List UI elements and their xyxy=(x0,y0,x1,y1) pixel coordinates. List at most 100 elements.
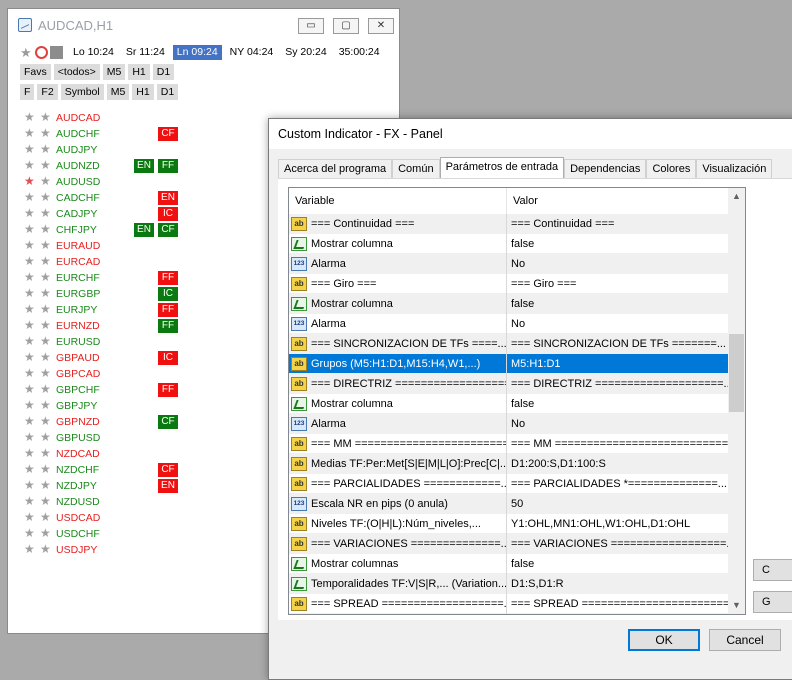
symbol-row[interactable]: ★ ★ EURJPY FF xyxy=(20,302,280,318)
value-cell[interactable]: D1:200:S,D1:100:S xyxy=(507,454,729,474)
star-icon[interactable]: ★ xyxy=(40,367,51,380)
symbol-name[interactable]: CADJPY xyxy=(56,208,97,220)
star-icon[interactable]: ★ xyxy=(24,495,35,508)
value-cell[interactable]: false xyxy=(507,234,729,254)
symbol-row[interactable]: ★ ★ CADJPY IC xyxy=(20,206,280,222)
symbol-name[interactable]: AUDCHF xyxy=(56,128,100,140)
symbol-row[interactable]: ★ ★ AUDUSD xyxy=(20,174,280,190)
variable-cell[interactable]: ab === SPREAD ===================... xyxy=(289,593,507,614)
toolbar-button[interactable]: <todos> xyxy=(53,64,100,80)
parameter-row[interactable]: Mostrar columna false xyxy=(289,233,729,254)
tab-0[interactable]: Acerca del programa xyxy=(278,159,393,179)
symbol-name[interactable]: USDCAD xyxy=(56,512,100,524)
variable-cell[interactable]: 123 Alarma xyxy=(289,313,507,334)
star-icon[interactable]: ★ xyxy=(24,511,35,524)
star-icon[interactable]: ★ xyxy=(40,431,51,444)
star-icon[interactable]: ★ xyxy=(24,399,35,412)
star-icon[interactable]: ★ xyxy=(40,543,51,556)
star-icon[interactable]: ★ xyxy=(40,175,51,188)
value-cell[interactable]: 50 xyxy=(507,494,729,514)
symbol-row[interactable]: ★ ★ CADCHF EN xyxy=(20,190,280,206)
parameter-row[interactable]: 123 Alarma No xyxy=(289,253,729,274)
star-icon[interactable]: ★ xyxy=(24,351,35,364)
star-icon[interactable]: ★ xyxy=(24,111,35,124)
symbol-name[interactable]: EURUSD xyxy=(56,336,100,348)
symbol-row[interactable]: ★ ★ EURGBP IC xyxy=(20,286,280,302)
symbol-name[interactable]: NZDCHF xyxy=(56,464,99,476)
value-cell[interactable]: === DIRECTRIZ ====================... xyxy=(507,374,729,394)
parameter-row[interactable]: ab Grupos (M5:H1:D1,M15:H4,W1,...) M5:H1:D… xyxy=(289,353,729,374)
symbol-name[interactable]: AUDUSD xyxy=(56,176,100,188)
chart-titlebar[interactable]: AUDCAD,H1 ▭ ▢ ✕ xyxy=(8,9,399,41)
symbol-row[interactable]: ★ ★ AUDNZD EN FF xyxy=(20,158,280,174)
symbol-name[interactable]: AUDNZD xyxy=(56,160,100,172)
star-icon[interactable]: ★ xyxy=(40,239,51,252)
star-icon[interactable]: ★ xyxy=(24,303,35,316)
symbol-name[interactable]: AUDJPY xyxy=(56,144,97,156)
tab-1[interactable]: Común xyxy=(392,159,440,179)
symbol-name[interactable]: NZDJPY xyxy=(56,480,97,492)
star-icon[interactable]: ★ xyxy=(40,463,51,476)
toolbar-button[interactable]: D1 xyxy=(156,84,179,100)
minimize-button[interactable]: ▭ xyxy=(298,18,324,34)
toolbar-button[interactable]: M5 xyxy=(106,84,130,100)
value-cell[interactable]: D1:S,D1:R xyxy=(507,574,729,594)
session-label[interactable]: Sy 20:24 xyxy=(281,45,330,60)
parameter-row[interactable]: ab === SPREAD ===================... === S… xyxy=(289,593,729,614)
symbol-name[interactable]: EURCHF xyxy=(56,272,100,284)
symbol-name[interactable]: USDJPY xyxy=(56,544,97,556)
tab-3[interactable]: Dependencias xyxy=(564,159,647,179)
stop-icon[interactable] xyxy=(50,46,63,59)
symbol-name[interactable]: GBPCHF xyxy=(56,384,100,396)
value-cell[interactable]: false xyxy=(507,554,729,574)
star-icon[interactable]: ★ xyxy=(40,319,51,332)
value-cell[interactable]: No xyxy=(507,254,729,274)
star-icon[interactable]: ★ xyxy=(40,255,51,268)
star-icon[interactable]: ★ xyxy=(40,223,51,236)
star-icon[interactable]: ★ xyxy=(24,415,35,428)
header-value[interactable]: Valor xyxy=(507,188,538,214)
value-cell[interactable]: No xyxy=(507,314,729,334)
symbol-row[interactable]: ★ ★ GBPCHF FF xyxy=(20,382,280,398)
star-icon[interactable]: ★ xyxy=(24,271,35,284)
star-icon[interactable]: ★ xyxy=(40,159,51,172)
symbol-name[interactable]: CHFJPY xyxy=(56,224,97,236)
star-icon[interactable]: ★ xyxy=(40,127,51,140)
parameter-row[interactable]: Mostrar columna false xyxy=(289,293,729,314)
toolbar-button[interactable]: Symbol xyxy=(60,84,104,100)
tab-4[interactable]: Colores xyxy=(646,159,697,179)
variable-cell[interactable]: ab === PARCIALIDADES ============... xyxy=(289,473,507,494)
parameter-row[interactable]: ab === SINCRONIZACION DE TFs ====... === S… xyxy=(289,333,729,354)
value-cell[interactable]: false xyxy=(507,394,729,414)
parameter-row[interactable]: ab === DIRECTRIZ ==================... ===… xyxy=(289,373,729,394)
parameter-row[interactable]: ab === PARCIALIDADES ============... === P… xyxy=(289,473,729,494)
star-icon[interactable]: ★ xyxy=(40,143,51,156)
symbol-row[interactable]: ★ ★ USDCAD xyxy=(20,510,280,526)
value-cell[interactable]: === SPREAD =======================... xyxy=(507,594,729,614)
variable-cell[interactable]: Mostrar columna xyxy=(289,393,507,414)
star-icon[interactable]: ★ xyxy=(20,46,33,59)
parameter-row[interactable]: 123 Escala NR en pips (0 anula) 50 xyxy=(289,493,729,514)
scroll-up-icon[interactable]: ▲ xyxy=(728,188,745,205)
maximize-button[interactable]: ▢ xyxy=(333,18,359,34)
star-icon[interactable]: ★ xyxy=(40,287,51,300)
star-icon[interactable]: ★ xyxy=(40,383,51,396)
star-icon[interactable]: ★ xyxy=(24,159,35,172)
star-icon[interactable]: ★ xyxy=(40,479,51,492)
symbol-row[interactable]: ★ ★ GBPJPY xyxy=(20,398,280,414)
symbol-name[interactable]: NZDCAD xyxy=(56,448,100,460)
variable-cell[interactable]: ab === Continuidad === xyxy=(289,213,507,234)
symbol-name[interactable]: USDCHF xyxy=(56,528,100,540)
star-icon[interactable]: ★ xyxy=(24,127,35,140)
star-icon[interactable]: ★ xyxy=(40,495,51,508)
variable-cell[interactable]: Mostrar columnas xyxy=(289,553,507,574)
side-button-c[interactable]: C xyxy=(753,559,792,581)
symbol-name[interactable]: AUDCAD xyxy=(56,112,100,124)
value-cell[interactable]: No xyxy=(507,414,729,434)
star-icon[interactable]: ★ xyxy=(40,303,51,316)
symbol-row[interactable]: ★ ★ EURNZD FF xyxy=(20,318,280,334)
symbol-row[interactable]: ★ ★ GBPAUD IC xyxy=(20,350,280,366)
variable-cell[interactable]: ab === SINCRONIZACION DE TFs ====... xyxy=(289,333,507,354)
star-icon[interactable]: ★ xyxy=(24,191,35,204)
star-icon[interactable]: ★ xyxy=(24,255,35,268)
